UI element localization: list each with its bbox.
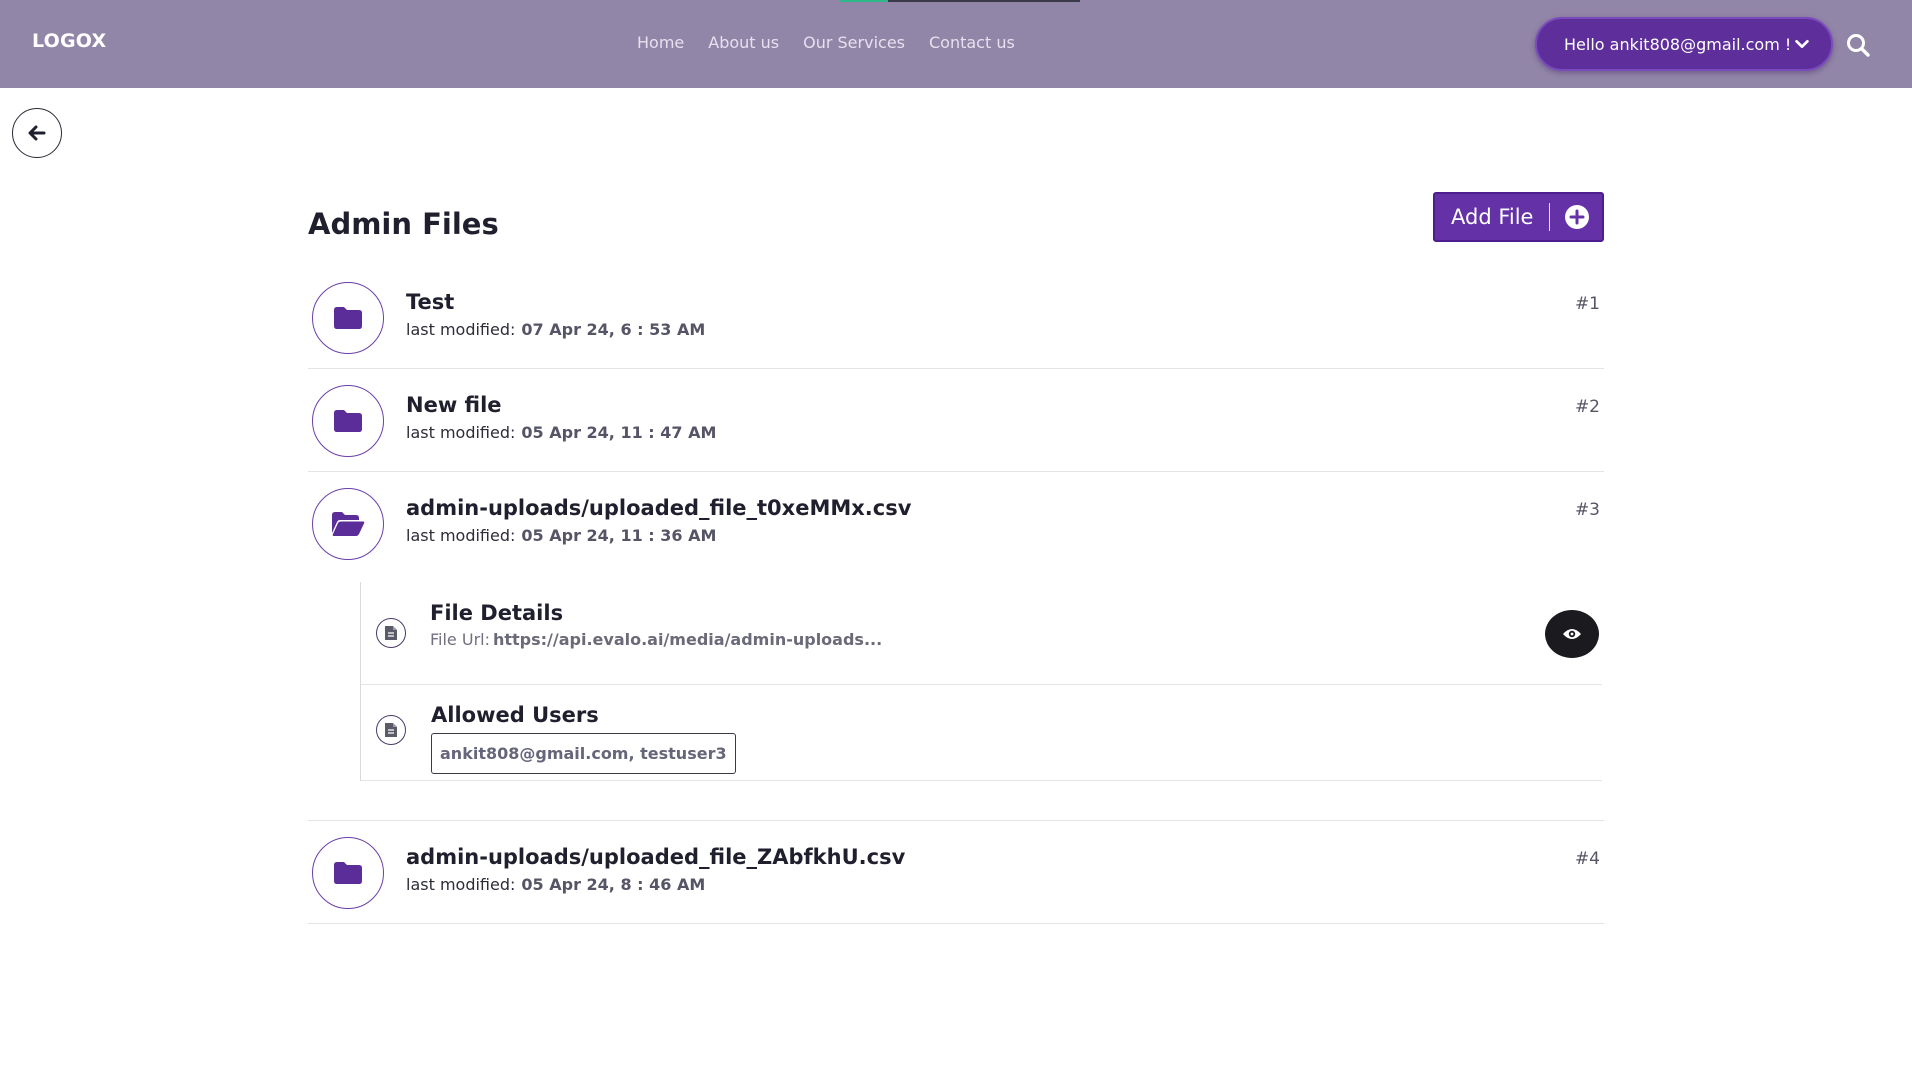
modified-date: 05 Apr 24, 11 : 36 AM [521, 526, 717, 545]
nav-contact-us[interactable]: Contact us [929, 33, 1015, 52]
file-details-block: File Details File Url: https://api.evalo.… [361, 582, 1602, 685]
file-name[interactable]: Test [406, 290, 454, 314]
file-url-line: File Url: https://api.evalo.ai/media/admi… [430, 630, 882, 649]
arrow-left-icon [28, 125, 46, 141]
file-name[interactable]: New file [406, 393, 502, 417]
file-icon-wrapper [312, 837, 384, 909]
user-menu-button[interactable]: Hello ankit808@gmail.com ! [1535, 17, 1833, 71]
active-tab-indicator-accent [840, 0, 888, 2]
nav-home[interactable]: Home [637, 33, 684, 52]
file-modified: last modified: 05 Apr 24, 8 : 46 AM [406, 875, 705, 894]
file-modified: last modified: 05 Apr 24, 11 : 36 AM [406, 526, 716, 545]
file-icon-wrapper [312, 385, 384, 457]
eye-icon [1563, 629, 1581, 639]
file-details-title: File Details [430, 601, 564, 625]
file-index: #4 [1574, 849, 1600, 869]
file-url-label: File Url: [430, 630, 490, 649]
plus-circle-icon [1565, 205, 1590, 229]
page-title: Admin Files [308, 207, 499, 241]
file-row[interactable]: admin-uploads/uploaded_file_ZAbfkhU.csv … [308, 827, 1604, 924]
folder-icon [334, 307, 362, 329]
document-icon-wrapper [376, 618, 406, 648]
file-details-panel: File Details File Url: https://api.evalo.… [360, 582, 1602, 781]
add-file-label: Add File [1451, 205, 1534, 229]
file-icon-wrapper [312, 488, 384, 560]
search-icon[interactable] [1845, 32, 1871, 58]
modified-label: last modified: [406, 320, 516, 339]
main-nav: Home About us Our Services Contact us [637, 33, 1015, 52]
nav-our-services[interactable]: Our Services [803, 33, 905, 52]
add-file-button[interactable]: Add File [1433, 192, 1604, 242]
document-icon [385, 626, 397, 640]
file-name[interactable]: admin-uploads/uploaded_file_t0xeMMx.csv [406, 496, 911, 520]
allowed-users-field[interactable] [431, 733, 736, 774]
folder-open-icon [332, 512, 365, 536]
view-file-button[interactable] [1545, 610, 1599, 658]
file-index: #3 [1574, 500, 1600, 520]
file-name[interactable]: admin-uploads/uploaded_file_ZAbfkhU.csv [406, 845, 905, 869]
back-button[interactable] [12, 108, 62, 158]
modified-date: 07 Apr 24, 6 : 53 AM [521, 320, 706, 339]
modified-label: last modified: [406, 526, 516, 545]
modified-date: 05 Apr 24, 8 : 46 AM [521, 875, 706, 894]
file-modified: last modified: 07 Apr 24, 6 : 53 AM [406, 320, 705, 339]
file-row[interactable]: New file last modified: 05 Apr 24, 11 : 4… [308, 375, 1604, 472]
folder-icon [334, 410, 362, 432]
modified-date: 05 Apr 24, 11 : 47 AM [521, 423, 717, 442]
document-icon-wrapper [376, 715, 406, 745]
document-icon [385, 723, 397, 737]
file-row[interactable]: Test last modified: 07 Apr 24, 6 : 53 AM … [308, 272, 1604, 369]
file-url-value[interactable]: https://api.evalo.ai/media/admin-uploads… [493, 630, 882, 649]
nav-about-us[interactable]: About us [708, 33, 779, 52]
top-navbar: LOGOX Home About us Our Services Contact… [0, 0, 1912, 88]
allowed-users-title: Allowed Users [431, 703, 599, 727]
folder-icon [334, 862, 362, 884]
file-icon-wrapper [312, 282, 384, 354]
file-index: #1 [1574, 294, 1600, 314]
user-greeting: Hello ankit808@gmail.com ! [1564, 34, 1792, 54]
file-modified: last modified: 05 Apr 24, 11 : 47 AM [406, 423, 716, 442]
logo[interactable]: LOGOX [32, 30, 106, 52]
allowed-users-block: Allowed Users [361, 685, 1602, 781]
button-divider [1549, 203, 1551, 231]
file-index: #2 [1574, 397, 1600, 417]
modified-label: last modified: [406, 423, 516, 442]
modified-label: last modified: [406, 875, 516, 894]
chevron-down-icon [1795, 39, 1809, 49]
